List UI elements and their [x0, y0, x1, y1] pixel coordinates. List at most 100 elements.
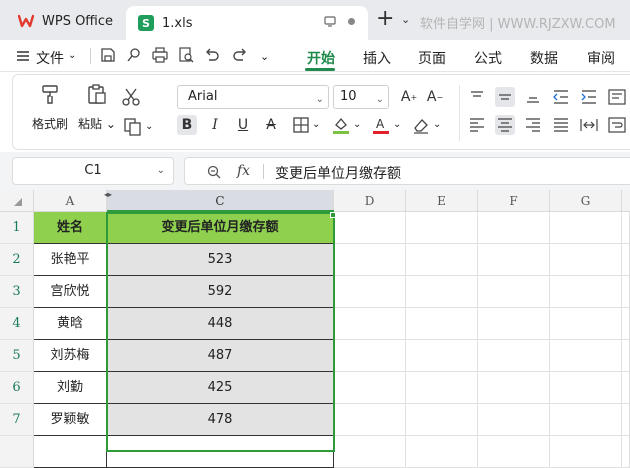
formula-input[interactable]: fx 变更后单位月缴存额: [184, 157, 630, 185]
table-cell[interactable]: [334, 276, 406, 308]
clear-format-icon[interactable]: [411, 115, 431, 135]
chevron-down-icon[interactable]: ⌄: [433, 119, 441, 130]
column-header-f[interactable]: F: [478, 190, 550, 212]
table-cell[interactable]: [334, 436, 406, 468]
justify-icon[interactable]: [551, 115, 571, 135]
table-cell[interactable]: [406, 372, 478, 404]
table-cell[interactable]: [622, 436, 630, 468]
font-size-select[interactable]: 10 ⌄: [333, 85, 389, 109]
tab-formula[interactable]: 公式: [474, 48, 502, 68]
insert-function-icon[interactable]: fx: [237, 163, 250, 179]
increase-indent-icon[interactable]: [579, 87, 599, 107]
align-top-icon[interactable]: [467, 87, 487, 107]
fill-color-icon[interactable]: [331, 115, 351, 135]
table-cell[interactable]: [478, 276, 550, 308]
paste-button[interactable]: 粘贴 ⌄: [77, 83, 117, 132]
table-cell[interactable]: [478, 436, 550, 468]
table-cell[interactable]: [550, 436, 622, 468]
table-cell[interactable]: [550, 404, 622, 436]
table-cell[interactable]: [622, 308, 630, 340]
decrease-font-size-icon[interactable]: A −: [425, 87, 445, 107]
align-bottom-icon[interactable]: [523, 87, 543, 107]
table-cell[interactable]: [478, 308, 550, 340]
table-cell[interactable]: 罗颖敏: [34, 404, 107, 436]
table-cell[interactable]: [478, 372, 550, 404]
table-cell[interactable]: [622, 340, 630, 372]
table-cell[interactable]: [334, 244, 406, 276]
zoom-icon[interactable]: [207, 165, 221, 179]
increase-font-size-icon[interactable]: A +: [399, 87, 419, 107]
row-header[interactable]: 3: [0, 276, 34, 308]
italic-button[interactable]: I: [205, 115, 225, 135]
table-cell[interactable]: [334, 212, 406, 244]
table-cell[interactable]: [550, 372, 622, 404]
table-cell[interactable]: [406, 212, 478, 244]
chevron-down-icon[interactable]: ⌄: [401, 13, 410, 26]
save-icon[interactable]: [100, 47, 116, 63]
undo-icon[interactable]: [204, 47, 220, 63]
font-name-select[interactable]: Arial ⌄: [177, 85, 329, 109]
unsaved-dot-icon[interactable]: [348, 18, 355, 25]
tab-data[interactable]: 数据: [530, 48, 558, 68]
align-right-icon[interactable]: [523, 115, 543, 135]
table-cell[interactable]: [622, 404, 630, 436]
table-cell[interactable]: [478, 340, 550, 372]
chevron-down-icon[interactable]: ⌄: [312, 119, 320, 130]
table-cell[interactable]: [334, 404, 406, 436]
monitor-icon[interactable]: [324, 15, 336, 27]
table-cell[interactable]: [478, 212, 550, 244]
row-header[interactable]: [0, 436, 34, 468]
table-cell[interactable]: 黄晗: [34, 308, 107, 340]
column-header-c[interactable]: C: [107, 190, 334, 212]
copy-icon[interactable]: [123, 117, 143, 137]
row-header[interactable]: 1: [0, 212, 34, 244]
table-cell[interactable]: [550, 244, 622, 276]
table-cell[interactable]: 宫欣悦: [34, 276, 107, 308]
table-cell[interactable]: 487: [107, 340, 334, 372]
spreadsheet-grid[interactable]: A C ◂▸ D E F G 1 姓名 变更后单位月缴存额 2 张艳平 523 3 宫欣悦 59…: [0, 190, 630, 468]
table-cell[interactable]: [478, 404, 550, 436]
table-cell[interactable]: [622, 212, 630, 244]
redo-icon[interactable]: [232, 47, 248, 63]
table-cell[interactable]: [34, 436, 107, 468]
table-cell[interactable]: [334, 308, 406, 340]
column-header-e[interactable]: E: [406, 190, 478, 212]
menu-file[interactable]: 文件: [36, 48, 64, 68]
text-direction-icon[interactable]: [607, 87, 627, 107]
select-all-corner[interactable]: [0, 190, 34, 212]
font-color-icon[interactable]: A: [371, 115, 391, 135]
print-preview-icon[interactable]: [178, 47, 194, 63]
chevron-down-icon[interactable]: ⌄: [68, 50, 76, 61]
new-tab-button[interactable]: +: [376, 8, 394, 30]
table-cell[interactable]: [406, 244, 478, 276]
table-cell[interactable]: [406, 308, 478, 340]
table-cell[interactable]: [622, 244, 630, 276]
table-cell[interactable]: 425: [107, 372, 334, 404]
strikethrough-icon[interactable]: A: [261, 115, 281, 135]
table-cell[interactable]: [107, 436, 334, 468]
table-cell[interactable]: 523: [107, 244, 334, 276]
cut-icon[interactable]: [121, 87, 141, 107]
decrease-indent-icon[interactable]: [551, 87, 571, 107]
bold-button[interactable]: B: [177, 115, 197, 135]
wrap-text-icon[interactable]: [607, 115, 627, 135]
row-header[interactable]: 2: [0, 244, 34, 276]
underline-button[interactable]: U: [233, 115, 253, 135]
share-icon[interactable]: [126, 47, 142, 63]
hamburger-menu-icon[interactable]: [16, 49, 30, 63]
table-cell[interactable]: [622, 276, 630, 308]
tab-insert[interactable]: 插入: [363, 48, 391, 68]
tab-page[interactable]: 页面: [418, 48, 446, 68]
chevron-down-icon[interactable]: ⌄: [353, 119, 361, 130]
table-cell[interactable]: 448: [107, 308, 334, 340]
fill-handle[interactable]: [330, 212, 336, 218]
chevron-down-icon[interactable]: ⌄: [145, 121, 153, 132]
chevron-down-icon[interactable]: ⌄: [260, 50, 269, 63]
table-cell[interactable]: [406, 340, 478, 372]
column-header-a[interactable]: A: [34, 190, 107, 212]
distributed-align-icon[interactable]: [579, 115, 599, 135]
row-header[interactable]: 7: [0, 404, 34, 436]
align-left-icon[interactable]: [467, 115, 487, 135]
align-middle-icon[interactable]: [495, 87, 515, 107]
align-center-icon[interactable]: [495, 115, 515, 135]
